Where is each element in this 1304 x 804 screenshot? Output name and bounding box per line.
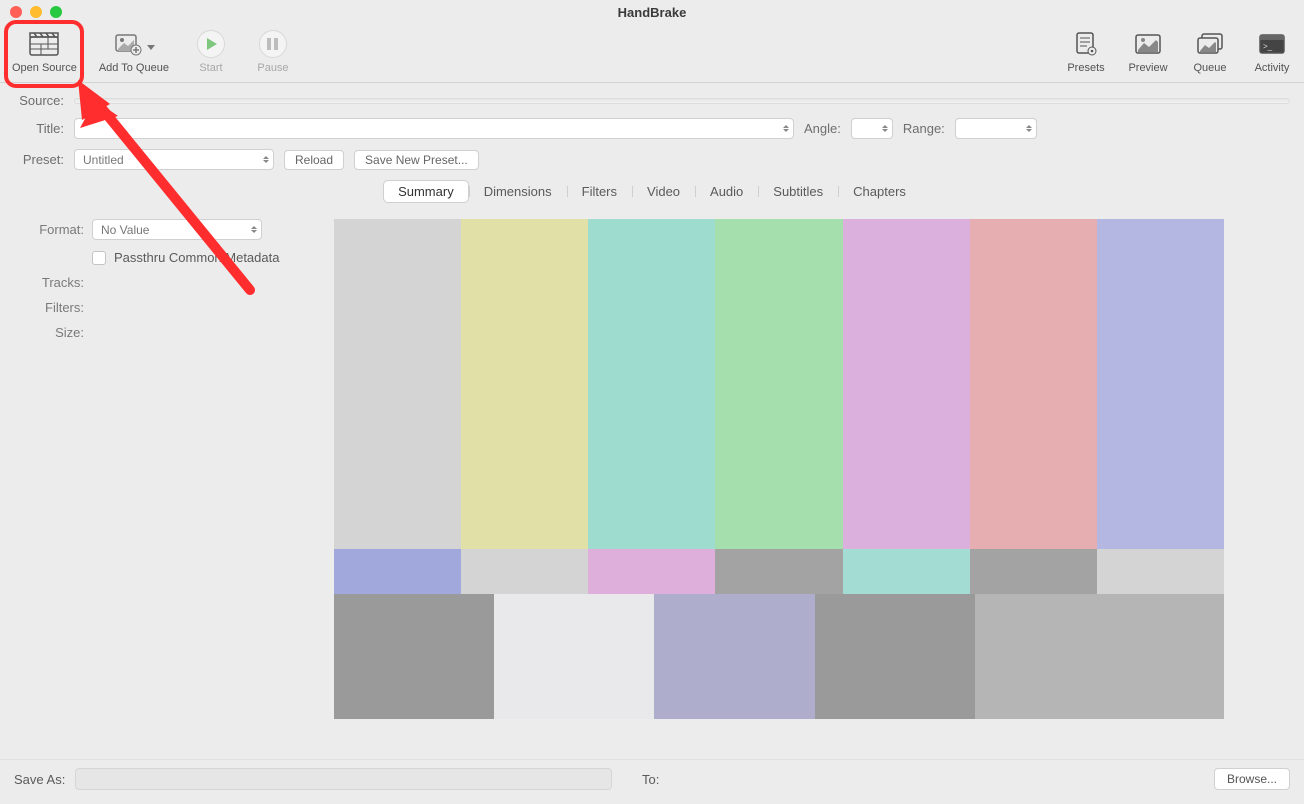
titlebar: HandBrake (0, 0, 1304, 24)
clapperboard-icon (28, 30, 60, 58)
reload-preset-button[interactable]: Reload (284, 150, 344, 170)
tab-dimensions[interactable]: Dimensions (469, 180, 567, 203)
size-label: Size: (14, 325, 84, 340)
toolbar: Open Source Add To Queue Start (0, 24, 1304, 83)
svg-text:>_: >_ (1263, 42, 1273, 51)
color-bars-top (334, 219, 1224, 549)
preset-value: Untitled (83, 153, 124, 167)
document-gear-icon (1070, 30, 1102, 58)
save-new-preset-button[interactable]: Save New Preset... (354, 150, 479, 170)
tab-filters[interactable]: Filters (567, 180, 632, 203)
play-icon (197, 30, 225, 58)
save-as-input[interactable] (75, 768, 612, 790)
start-button[interactable]: Start (187, 28, 235, 76)
tracks-label: Tracks: (14, 275, 84, 290)
zoom-window-button[interactable] (50, 6, 62, 18)
passthru-label: Passthru Common Metadata (114, 250, 279, 265)
browse-button[interactable]: Browse... (1214, 768, 1290, 790)
presets-label: Presets (1067, 62, 1104, 74)
image-plus-icon (113, 30, 145, 58)
range-popup[interactable] (955, 118, 1037, 139)
add-to-queue-button[interactable]: Add To Queue (95, 28, 173, 76)
tab-video[interactable]: Video (632, 180, 695, 203)
format-label: Format: (14, 222, 84, 237)
to-label: To: (642, 772, 659, 787)
title-popup[interactable] (74, 118, 794, 139)
terminal-icon: >_ (1256, 30, 1288, 58)
passthru-checkbox[interactable] (92, 251, 106, 265)
summary-panel: Format: No Value Passthru Common Metadat… (14, 219, 314, 719)
chevron-down-icon[interactable] (147, 45, 155, 50)
save-as-label: Save As: (14, 772, 65, 787)
pause-button[interactable]: Pause (249, 28, 297, 76)
tab-chapters[interactable]: Chapters (838, 180, 921, 203)
tab-audio[interactable]: Audio (695, 180, 758, 203)
pause-icon (259, 30, 287, 58)
pause-label: Pause (257, 62, 288, 74)
close-window-button[interactable] (10, 6, 22, 18)
angle-popup[interactable] (851, 118, 893, 139)
preview-label: Preview (1128, 62, 1167, 74)
title-label: Title: (14, 121, 64, 136)
start-label: Start (199, 62, 222, 74)
range-label: Range: (903, 121, 945, 136)
preset-label: Preset: (14, 152, 64, 167)
image-frame-icon (1132, 30, 1164, 58)
window-title: HandBrake (0, 5, 1304, 20)
bottom-bar: Save As: To: Browse... (0, 759, 1304, 804)
source-progress (74, 98, 1290, 104)
format-value: No Value (101, 223, 149, 237)
add-to-queue-label: Add To Queue (99, 62, 169, 74)
preset-popup[interactable]: Untitled (74, 149, 274, 170)
stacked-images-icon (1194, 30, 1226, 58)
queue-button[interactable]: Queue (1186, 28, 1234, 76)
window-controls (10, 6, 62, 18)
angle-label: Angle: (804, 121, 841, 136)
tab-summary[interactable]: Summary (383, 180, 469, 203)
activity-button[interactable]: >_ Activity (1248, 28, 1296, 76)
preview-area (334, 219, 1224, 719)
activity-label: Activity (1255, 62, 1290, 74)
format-popup[interactable]: No Value (92, 219, 262, 240)
presets-button[interactable]: Presets (1062, 28, 1110, 76)
color-bars-mid (334, 549, 1224, 594)
open-source-label: Open Source (12, 62, 77, 74)
queue-label: Queue (1193, 62, 1226, 74)
tab-bar: Summary Dimensions Filters Video Audio S… (14, 180, 1290, 203)
color-bars-bottom (334, 594, 1224, 719)
source-label: Source: (14, 93, 64, 108)
tab-subtitles[interactable]: Subtitles (758, 180, 838, 203)
minimize-window-button[interactable] (30, 6, 42, 18)
filters-label-side: Filters: (14, 300, 84, 315)
preview-button[interactable]: Preview (1124, 28, 1172, 76)
open-source-button[interactable]: Open Source (8, 28, 81, 76)
